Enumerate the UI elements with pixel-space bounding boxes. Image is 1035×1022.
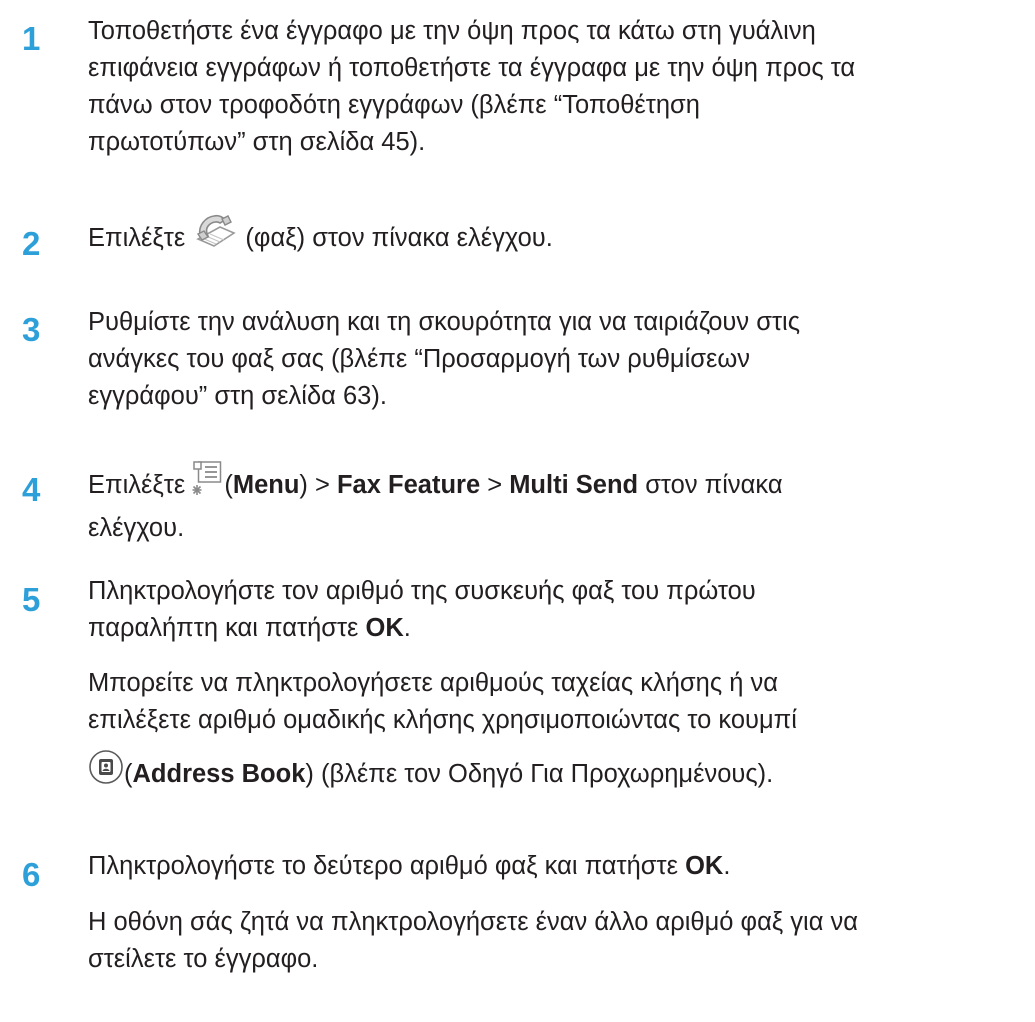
step-line: Ρυθμίστε την ανάλυση και τη σκουρότητα γ… <box>88 308 800 336</box>
separator: ) > <box>299 471 337 500</box>
step-number: 1 <box>22 20 41 57</box>
step-line: επιφάνεια εγγράφων ή τοποθετήστε τα έγγρ… <box>88 54 856 82</box>
step-text: Τοποθετήστε ένα έγγραφο με την όψη προς … <box>88 13 1028 161</box>
address-book-label: Address Book <box>132 760 306 789</box>
menu-icon <box>192 460 224 507</box>
separator: > <box>480 471 510 500</box>
step-note-line: στείλετε το έγγραφο. <box>88 945 319 973</box>
step-line: πρωτοτύπων” στη σελίδα 45). <box>88 128 426 156</box>
step-number: 6 <box>22 856 41 893</box>
fax-feature-label: Fax Feature <box>336 471 481 500</box>
step-number: 4 <box>22 471 41 508</box>
step-text-before-icon: Επιλέξτε <box>88 224 193 253</box>
step-text-after-icon: (φαξ) στον πίνακα ελέγχου. <box>238 224 553 253</box>
step-text-before-icon: Επιλέξτε <box>88 471 193 500</box>
step-line: εγγράφου” στη σελίδα 63). <box>88 382 387 410</box>
paren: ( <box>224 471 233 500</box>
step-line: Τοποθετήστε ένα έγγραφο με την όψη προς … <box>88 17 816 45</box>
step-note-line: Η οθόνη σάς ζητά να πληκτρολογήσετε έναν… <box>88 908 859 936</box>
step-note-text: ) (βλέπε τον Οδηγό Για Προχωρημένους). <box>305 760 774 789</box>
step-text: Πληκτρολογήστε το δεύτερο αριθμό φαξ και… <box>88 848 1028 978</box>
fax-icon <box>192 213 238 260</box>
period: . <box>723 852 731 880</box>
menu-label: Menu <box>232 471 300 500</box>
step-text-tail: στον πίνακα <box>638 471 783 500</box>
period: . <box>403 614 411 642</box>
address-book-icon <box>88 749 124 796</box>
step-text: Ρυθμίστε την ανάλυση και τη σκουρότητα γ… <box>88 304 1028 415</box>
step-text: Πληκτρολογήστε το δεύτερο αριθμό φαξ και… <box>88 852 686 880</box>
step-line: ανάγκες του φαξ σας (βλέπε “Προσαρμογή τ… <box>88 345 751 373</box>
step-line: ελέγχου. <box>88 514 185 542</box>
step-note-line: επιλέξετε αριθμό ομαδικής κλήσης χρησιμο… <box>88 706 797 734</box>
ok-label: OK <box>365 614 404 642</box>
paren: ( <box>124 760 133 789</box>
step-note-line: Μπορείτε να πληκτρολογήσετε αριθμούς ταχ… <box>88 669 778 697</box>
ok-label: OK <box>685 852 724 880</box>
step-text: παραλήπτη και πατήστε <box>88 614 366 642</box>
step-line: πάνω στον τροφοδότη εγγράφων (βλέπε “Τοπ… <box>88 91 700 119</box>
step-text: Επιλέξτε (Menu) > Fax Feature > Multi Se… <box>88 460 1028 547</box>
step-number: 2 <box>22 225 41 262</box>
step-number: 5 <box>22 581 41 618</box>
multi-send-label: Multi Send <box>509 471 639 500</box>
step-text: Πληκτρολογήστε τον αριθμό της συσκευής φ… <box>88 573 1028 799</box>
step-text: Επιλέξτε (φαξ) στον πίνακα ελέγχου. <box>88 213 1028 263</box>
step-line: Πληκτρολογήστε τον αριθμό της συσκευής φ… <box>88 577 756 605</box>
step-number: 3 <box>22 311 41 348</box>
